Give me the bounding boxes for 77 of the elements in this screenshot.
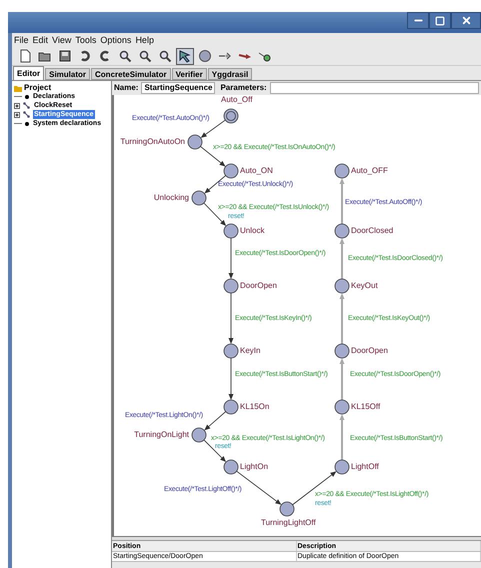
location-node[interactable] bbox=[188, 134, 202, 150]
tab[interactable]: Simulator bbox=[45, 68, 90, 80]
location-name: KeyIn bbox=[240, 346, 260, 356]
transition-arrow[interactable] bbox=[228, 292, 234, 344]
location-node[interactable] bbox=[334, 400, 350, 414]
location-name: Auto_Off bbox=[221, 95, 252, 105]
automaton-icon bbox=[23, 111, 30, 118]
toolbar-button[interactable] bbox=[176, 48, 194, 64]
pointer-icon bbox=[178, 49, 192, 63]
tab[interactable]: Verifier bbox=[172, 68, 207, 80]
location-name: KeyOut bbox=[351, 281, 378, 291]
location-name: TurningLightOff bbox=[261, 518, 316, 528]
folder-icon bbox=[14, 84, 22, 92]
name-label: Name: bbox=[114, 82, 138, 94]
location-node[interactable] bbox=[224, 278, 238, 294]
location-node[interactable] bbox=[334, 224, 350, 238]
menu-item[interactable]: File bbox=[14, 35, 29, 45]
toolbar-button[interactable] bbox=[196, 48, 214, 64]
automaton-icon bbox=[23, 102, 30, 109]
bullet-icon bbox=[25, 122, 29, 126]
name-field[interactable]: StartingSequence bbox=[141, 82, 216, 94]
tree-item[interactable]: Project bbox=[24, 83, 52, 92]
location-name: Unlocking bbox=[154, 193, 189, 203]
location-node[interactable] bbox=[334, 344, 350, 358]
expand-icon[interactable] bbox=[14, 102, 20, 108]
location-node[interactable] bbox=[224, 460, 238, 474]
tab[interactable]: Yggdrasil bbox=[208, 68, 252, 80]
location-name: DoorOpen bbox=[351, 346, 388, 356]
menu-item[interactable]: View bbox=[52, 35, 72, 45]
transition-arrow[interactable] bbox=[204, 411, 226, 430]
location-node[interactable] bbox=[280, 502, 294, 516]
transition-arrow[interactable] bbox=[292, 471, 336, 506]
location-name: LightOn bbox=[240, 462, 268, 472]
location-name: LightOff bbox=[351, 462, 379, 472]
location-node[interactable] bbox=[334, 460, 350, 474]
magnifier-icon bbox=[118, 49, 132, 63]
location-node[interactable] bbox=[224, 108, 238, 124]
location-name: Auto_ON bbox=[240, 166, 273, 176]
parameters-field[interactable] bbox=[270, 82, 479, 94]
transition-arrow[interactable] bbox=[228, 238, 234, 279]
location-node[interactable] bbox=[224, 224, 238, 238]
menu-item[interactable]: Help bbox=[135, 35, 154, 45]
tab[interactable]: ConcreteSimulator bbox=[91, 68, 171, 80]
location-name: KL15Off bbox=[351, 402, 380, 412]
parameters-label: Parameters: bbox=[220, 82, 267, 94]
location-node[interactable] bbox=[224, 164, 238, 178]
new-file-icon bbox=[18, 49, 32, 63]
location-name: DoorOpen bbox=[240, 281, 277, 291]
menu-item[interactable]: Tools bbox=[75, 35, 96, 45]
tab[interactable]: Editor bbox=[13, 66, 44, 80]
save-icon bbox=[58, 49, 72, 63]
location-node[interactable] bbox=[224, 344, 238, 358]
location-name: KL15On bbox=[240, 402, 270, 412]
location-node[interactable] bbox=[334, 164, 350, 178]
close-icon bbox=[460, 15, 472, 26]
circle-icon bbox=[198, 49, 212, 63]
location-name: Auto_OFF bbox=[351, 166, 388, 176]
transition-arrow[interactable] bbox=[200, 120, 226, 138]
menu-item[interactable]: Options bbox=[100, 35, 132, 45]
location-name: DoorClosed bbox=[351, 226, 394, 236]
minimize-button[interactable] bbox=[407, 12, 429, 29]
location-name: TurningOnLight bbox=[134, 430, 189, 440]
expand-icon[interactable] bbox=[14, 112, 20, 118]
transition-arrow[interactable] bbox=[228, 358, 234, 400]
location-node[interactable] bbox=[192, 428, 206, 442]
menu-item[interactable]: Edit bbox=[32, 35, 48, 45]
maximize-button[interactable] bbox=[429, 12, 451, 29]
location-node[interactable] bbox=[192, 190, 206, 206]
magnifier-icon bbox=[158, 49, 172, 63]
location-node[interactable] bbox=[224, 400, 238, 414]
bullet-icon bbox=[25, 94, 29, 98]
location-name: Unlock bbox=[240, 226, 264, 236]
location-name: TurningOnAutoOn bbox=[120, 137, 185, 147]
location-node[interactable] bbox=[334, 278, 350, 294]
maximize-icon bbox=[435, 16, 445, 26]
magnifier-icon bbox=[138, 49, 152, 63]
close-button[interactable] bbox=[451, 12, 481, 29]
